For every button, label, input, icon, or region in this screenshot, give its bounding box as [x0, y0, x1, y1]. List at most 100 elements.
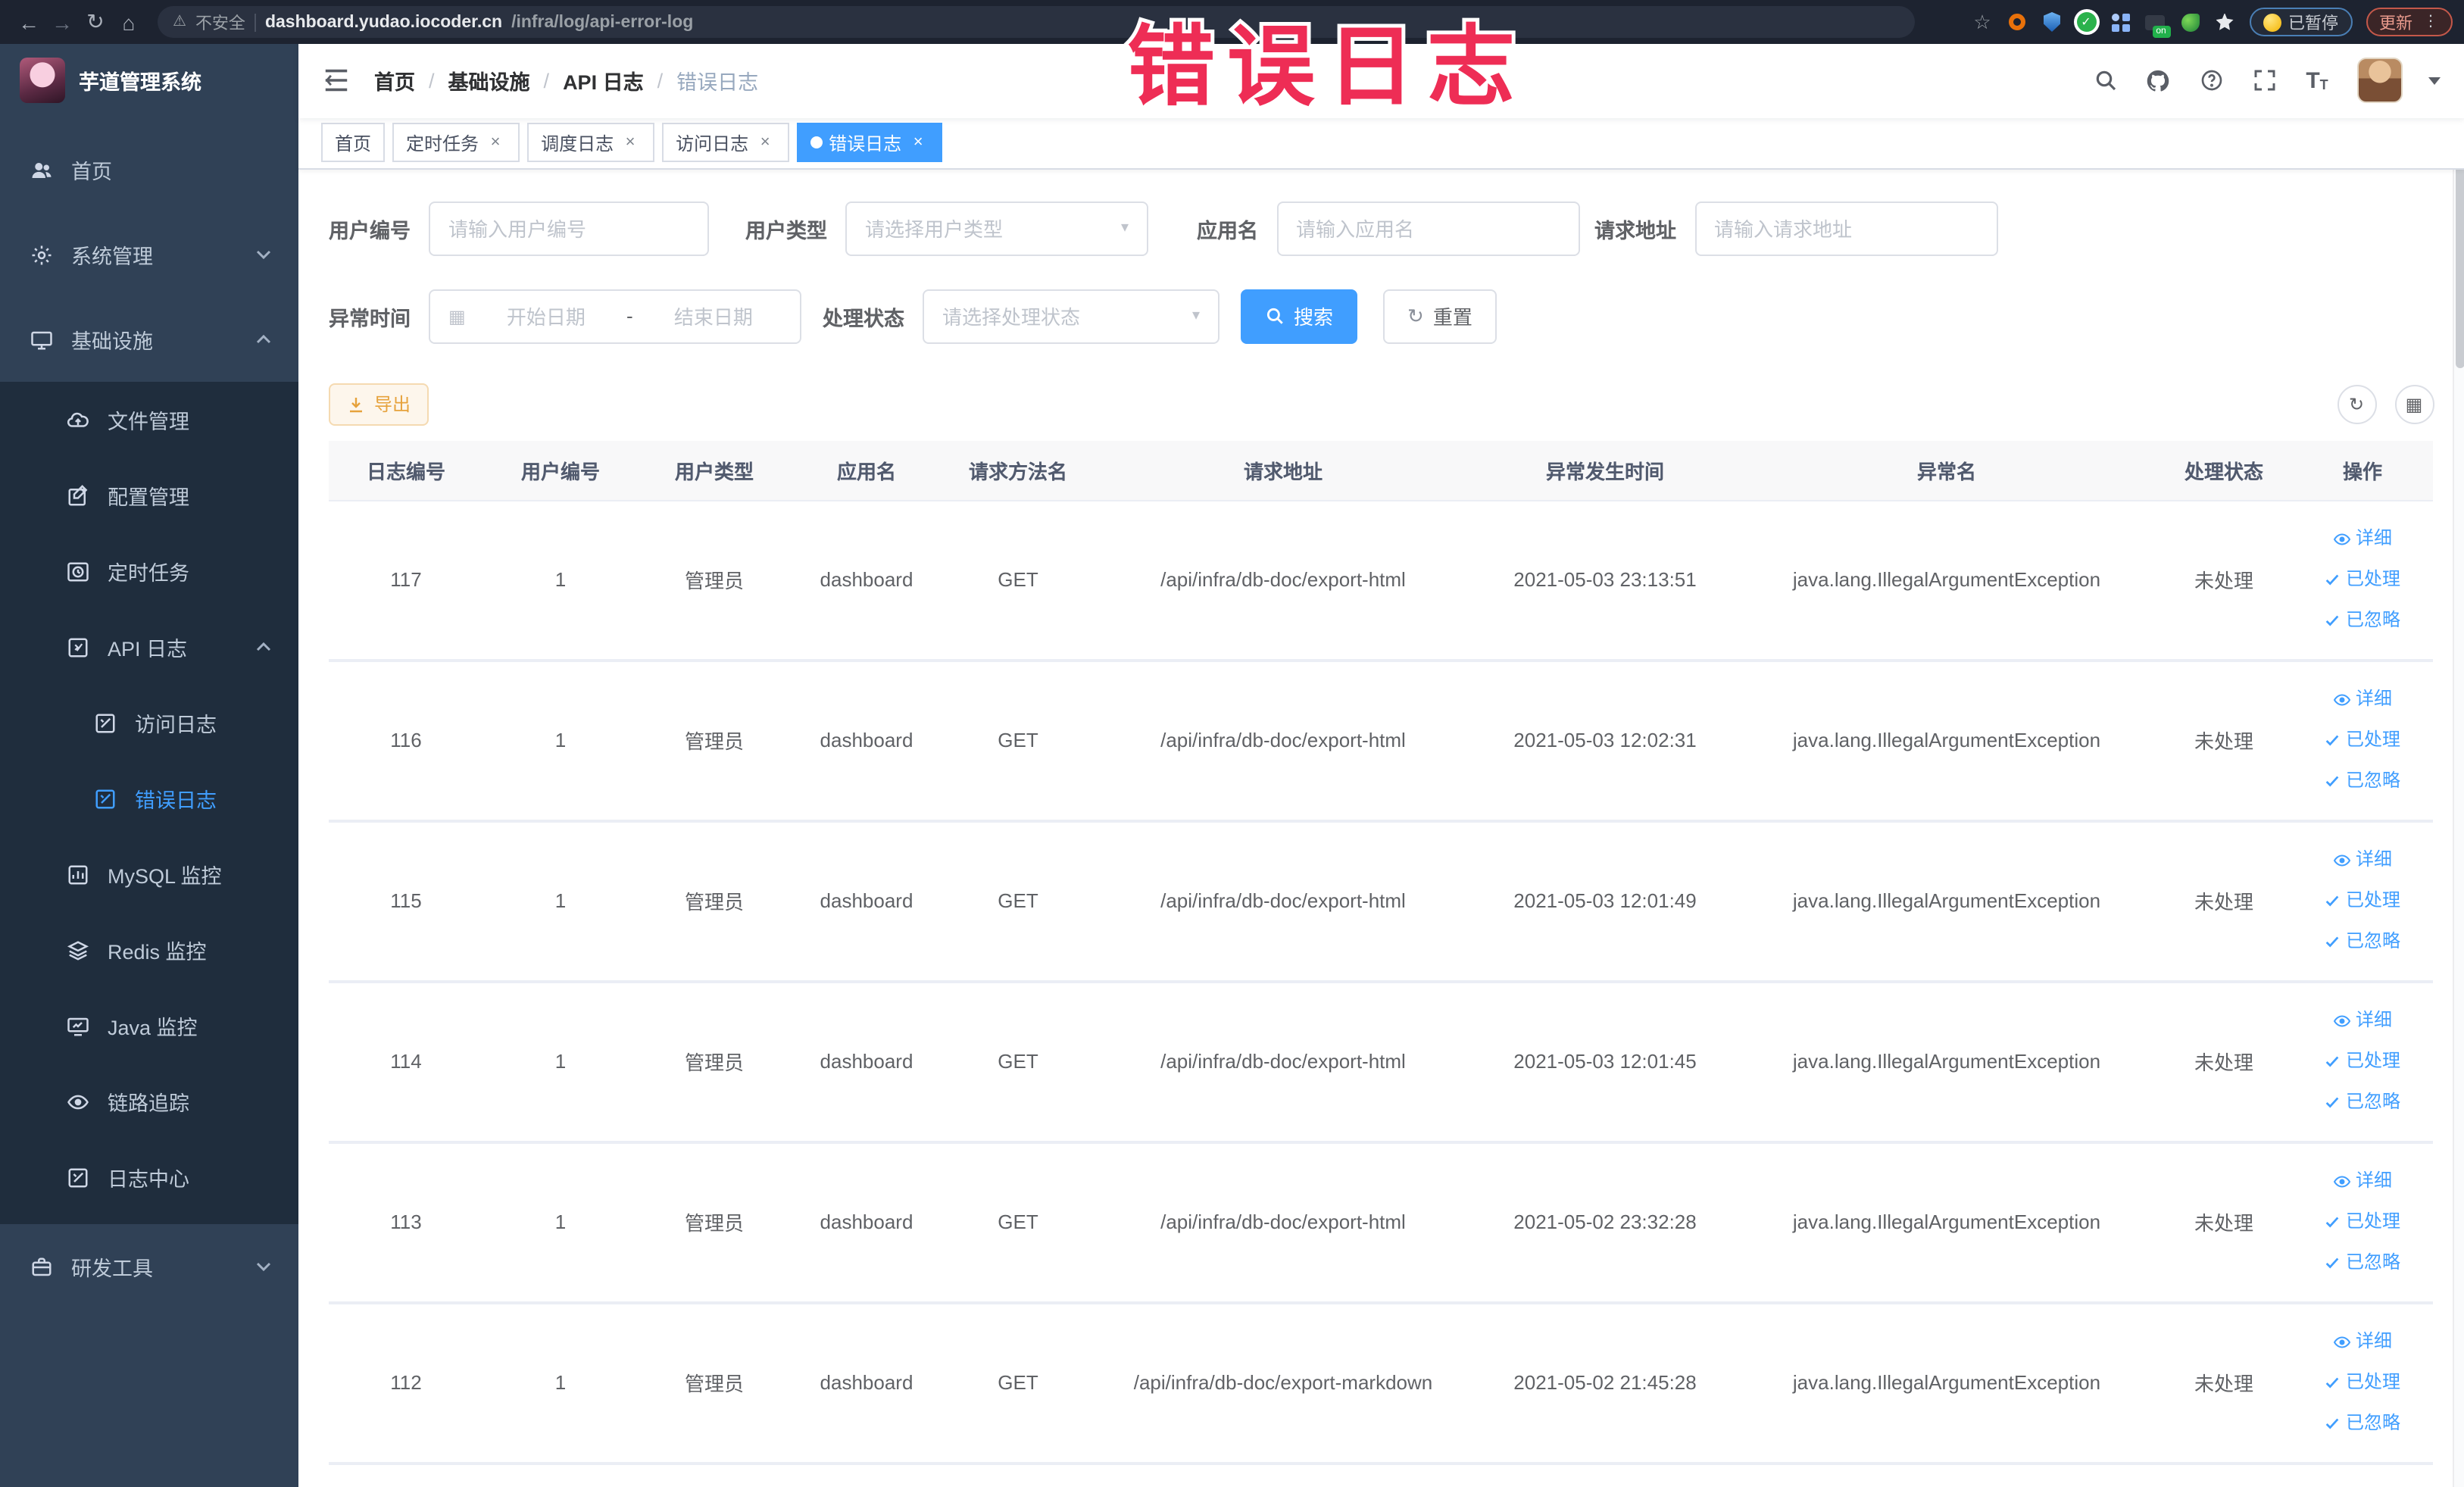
detail-link[interactable]: 详细 [2333, 1003, 2392, 1038]
help-icon[interactable] [2197, 67, 2225, 95]
processed-link[interactable]: 已处理 [2325, 723, 2400, 758]
processed-link[interactable]: 已处理 [2325, 1204, 2400, 1239]
user-id-input[interactable]: 请输入用户编号 [429, 201, 709, 255]
sidebar-item-file-manage[interactable]: 文件管理 [0, 382, 298, 458]
hamburger-icon[interactable] [323, 69, 350, 93]
update-button[interactable]: 更新 ⋮ [2366, 8, 2452, 36]
ignored-link[interactable]: 已忽略 [2325, 1245, 2400, 1280]
ignored-link[interactable]: 已忽略 [2325, 1406, 2400, 1441]
reload-icon[interactable]: ↻ [79, 5, 112, 39]
tab-home[interactable]: 首页 [321, 123, 386, 162]
date-range-picker[interactable]: ▦ 开始日期 - 结束日期 [429, 289, 801, 343]
forward-icon[interactable]: → [45, 5, 79, 39]
tab-error-log[interactable]: 错误日志 × [797, 123, 943, 162]
extension-shield-icon[interactable] [2041, 11, 2063, 33]
app-name-input[interactable]: 请输入应用名 [1276, 201, 1579, 255]
avatar[interactable] [2356, 58, 2402, 104]
processed-link[interactable]: 已处理 [2325, 1044, 2400, 1079]
close-icon[interactable]: × [620, 132, 641, 153]
sidebar-item-api-log[interactable]: API 日志 [0, 609, 298, 685]
processed-link[interactable]: 已处理 [2325, 883, 2400, 918]
sidebar-item-mysql-monitor[interactable]: MySQL 监控 [0, 836, 298, 912]
cell-user_id: 1 [554, 1371, 567, 1394]
refresh-circle-button[interactable]: ↻ [2337, 384, 2376, 423]
sidebar-item-infra[interactable]: 基础设施 [0, 297, 298, 382]
process-status-select[interactable]: 请选择处理状态 ▾ [923, 289, 1220, 343]
extension-donut-icon[interactable] [2006, 11, 2028, 33]
cell-user_type: 管理员 [684, 730, 744, 753]
home-icon[interactable]: ⌂ [112, 5, 145, 39]
sidebar-item-cron-job[interactable]: 定时任务 [0, 533, 298, 609]
logo-row[interactable]: 芋道管理系统 [0, 44, 298, 115]
detail-link[interactable]: 详细 [2333, 1324, 2392, 1359]
ignored-link[interactable]: 已忽略 [2325, 764, 2400, 798]
github-icon[interactable] [2144, 67, 2172, 95]
close-icon[interactable]: × [485, 132, 506, 153]
close-icon[interactable]: × [907, 132, 929, 153]
ignored-link[interactable]: 已忽略 [2325, 924, 2400, 959]
detail-link[interactable]: 详细 [2333, 842, 2392, 877]
bookmark-star-icon[interactable]: ☆ [1972, 10, 1993, 33]
user-type-select[interactable]: 请选择用户类型 ▾ [845, 201, 1148, 255]
detail-link[interactable]: 详细 [2333, 682, 2392, 717]
sidebar-item-access-log[interactable]: 访问日志 [0, 685, 298, 761]
tab-schedule-log[interactable]: 调度日志 × [527, 123, 655, 162]
extension-check-icon[interactable]: ✓ [2076, 12, 2096, 32]
tab-access-log[interactable]: 访问日志 × [662, 123, 790, 162]
sidebar-item-log-center[interactable]: 日志中心 [0, 1139, 298, 1215]
scrollbar-track[interactable] [2452, 44, 2464, 1487]
fullscreen-icon[interactable] [2250, 67, 2278, 95]
search-button[interactable]: 搜索 [1241, 289, 1358, 343]
close-icon[interactable]: × [754, 132, 776, 153]
breadcrumb-infra[interactable]: 基础设施 [448, 66, 530, 96]
browser-menu-icon[interactable]: ⋮ [2423, 14, 2438, 30]
active-dot-icon [810, 136, 823, 148]
extension-leaf-icon[interactable] [2179, 11, 2200, 33]
column-header: 请求地址 [1243, 460, 1323, 483]
export-button[interactable]: 导出 [329, 383, 429, 425]
extension-switch-icon[interactable]: on [2144, 11, 2170, 37]
check-icon [2326, 735, 2340, 746]
cell-actions: 详细 已处理 已忽略 [2292, 682, 2433, 798]
cell-status: 未处理 [2194, 1212, 2253, 1235]
sidebar-item-devtools[interactable]: 研发工具 [0, 1224, 298, 1309]
cell-app: dashboard [820, 1211, 913, 1233]
reset-button[interactable]: ↻ 重置 [1383, 289, 1497, 343]
doc-icon [67, 636, 89, 658]
breadcrumb-api-log[interactable]: API 日志 [563, 66, 644, 96]
sidebar-item-error-log[interactable]: 错误日志 [0, 761, 298, 836]
address-bar[interactable]: ⚠ 不安全 dashboard.yudao.iocoder.cn/infra/l… [158, 6, 1915, 38]
detail-link[interactable]: 详细 [2333, 1164, 2392, 1198]
doc-icon [67, 1166, 89, 1189]
detail-link[interactable]: 详细 [2333, 521, 2392, 556]
processed-link[interactable]: 已处理 [2325, 562, 2400, 597]
tab-cron-job[interactable]: 定时任务 × [392, 123, 520, 162]
request-url-input[interactable]: 请输入请求地址 [1694, 201, 1997, 255]
processed-link[interactable]: 已处理 [2325, 1365, 2400, 1400]
paused-badge[interactable]: 已暂停 [2249, 8, 2352, 36]
check-icon [2326, 574, 2340, 586]
sidebar-item-java-monitor[interactable]: Java 监控 [0, 988, 298, 1064]
cell-exception: java.lang.IllegalArgumentException [1792, 1050, 2101, 1073]
ignored-link[interactable]: 已忽略 [2325, 603, 2400, 638]
extension-grid-icon[interactable] [2110, 11, 2131, 33]
sidebar-item-system[interactable]: 系统管理 [0, 212, 298, 297]
avatar-caret-icon[interactable] [2428, 77, 2440, 91]
ignored-link[interactable]: 已忽略 [2325, 1085, 2400, 1120]
monitor-icon [30, 328, 53, 351]
back-icon[interactable]: ← [12, 5, 45, 39]
cell-actions: 详细 已处理 已忽略 [2292, 1324, 2433, 1441]
breadcrumb-home[interactable]: 首页 [374, 66, 415, 96]
column-settings-button[interactable]: ▦ [2394, 384, 2434, 423]
sidebar-item-redis-monitor[interactable]: Redis 监控 [0, 912, 298, 988]
sidebar-item-home[interactable]: 首页 [0, 127, 298, 212]
sidebar-item-config-manage[interactable]: 配置管理 [0, 458, 298, 533]
sidebar-item-trace[interactable]: 链路追踪 [0, 1064, 298, 1139]
font-size-icon[interactable]: TT [2303, 67, 2331, 95]
check-icon [2326, 1418, 2340, 1429]
search-icon[interactable] [2091, 67, 2119, 95]
cell-exception: java.lang.IllegalArgumentException [1792, 729, 2101, 751]
cell-url: /api/infra/db-doc/export-html [1160, 889, 1406, 912]
extension-pin-icon[interactable] [2214, 11, 2235, 33]
cell-url: /api/infra/db-doc/export-html [1160, 568, 1406, 591]
